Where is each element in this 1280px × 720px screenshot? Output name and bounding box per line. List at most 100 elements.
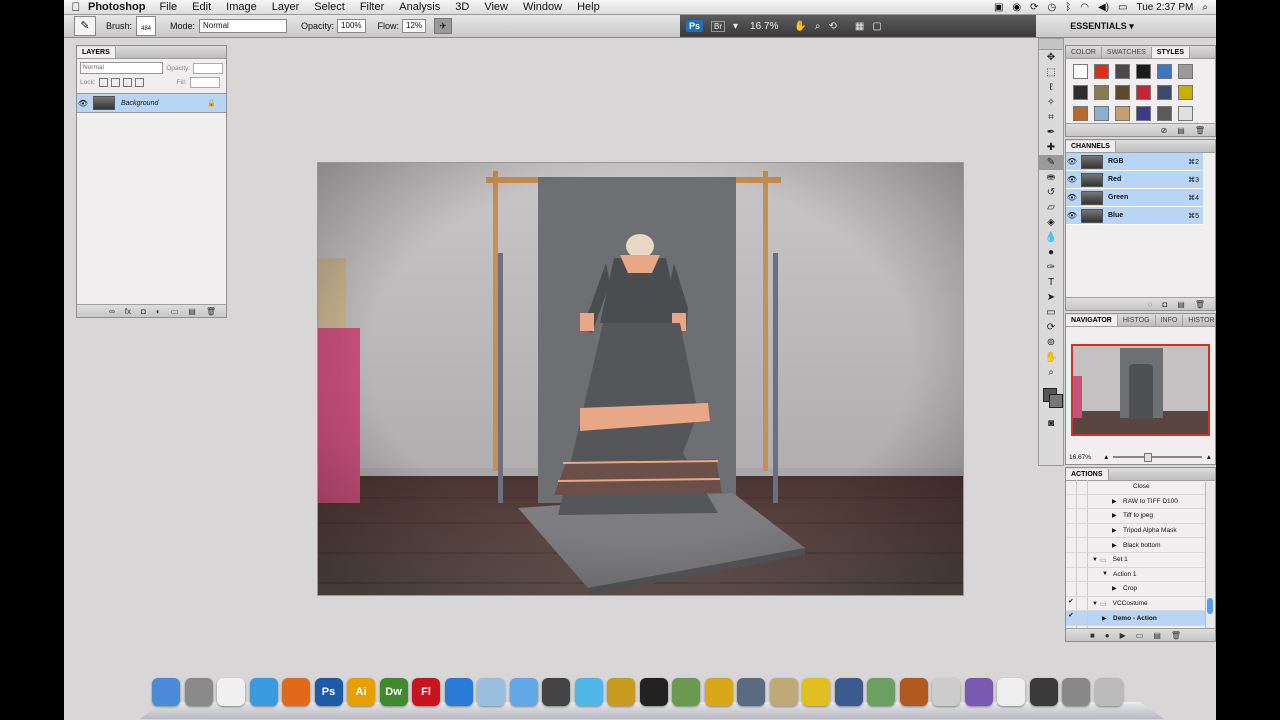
battery-icon[interactable]: ▭ [1118,2,1127,13]
brush-tool-icon-active[interactable]: ✎ [1039,155,1063,170]
dock-presentation-icon[interactable] [899,678,928,706]
dialog-toggle-checkbox[interactable] [1077,611,1088,625]
zoom-level[interactable]: 16.7% [750,21,778,32]
new-group-icon[interactable]: ▭ [171,307,179,316]
tab-histogram[interactable]: HISTOG [1118,315,1156,326]
dock-garageband-icon[interactable] [704,678,733,706]
dock-textedit-icon[interactable] [217,678,245,706]
menu-3d[interactable]: 3D [455,1,469,13]
brush-picker[interactable]: 484 [136,16,157,36]
layer-mask-icon[interactable]: ◘ [141,307,146,316]
dock-safari-icon[interactable] [249,678,278,706]
lock-pixels-icon[interactable] [110,78,120,87]
background-color-swatch[interactable] [1049,394,1063,408]
action-row[interactable]: ▶ Tiff to jpeg [1066,509,1205,524]
action-toggle-checkbox[interactable] [1066,494,1077,509]
actions-scroll-thumb[interactable] [1207,598,1213,614]
dock-time-app-icon[interactable] [932,678,960,706]
expanded-triangle-icon[interactable]: ▼ [1102,571,1110,577]
style-swatch[interactable] [1136,106,1151,121]
3d-rotate-tool-icon[interactable]: ⟳ [1039,320,1063,335]
tab-channels[interactable]: CHANNELS [1066,141,1116,152]
navigator-preview[interactable] [1071,344,1210,436]
dock-clapboard-icon[interactable] [639,678,668,706]
dialog-toggle-checkbox[interactable] [1077,552,1088,567]
dock-dreamweaver-icon[interactable]: Dw [379,678,408,706]
blend-mode-select[interactable]: Normal [80,62,164,74]
new-set-icon[interactable]: ▭ [1136,631,1144,640]
rotate-icon[interactable]: ⟲ [828,21,836,32]
dock-flash-icon[interactable]: Fl [412,678,440,706]
layer-row[interactable]: 👁 Background 🔒 [77,93,226,113]
channel-row[interactable]: 👁 Red ⌘3 [1066,171,1203,189]
action-toggle-checkbox[interactable] [1066,523,1077,538]
tab-color[interactable]: COLOR [1066,47,1102,58]
dialog-toggle-checkbox[interactable] [1077,538,1088,552]
menu-select[interactable]: Select [314,1,345,13]
delete-layer-icon[interactable]: 🗑 [206,307,216,316]
new-style-icon[interactable]: ▤ [1177,126,1185,135]
collapsed-triangle-icon[interactable]: ▶ [1112,498,1120,505]
dock-trash-icon[interactable] [1094,678,1123,706]
stop-playing-icon[interactable]: ■ [1090,631,1095,640]
dialog-toggle-checkbox[interactable] [1077,494,1088,509]
dock-graph-app-icon[interactable] [867,678,895,706]
channel-row[interactable]: 👁 Green ⌘4 [1066,189,1203,207]
dock-ical-icon[interactable] [444,678,473,706]
dock-photoshop-icon[interactable]: Ps [314,678,343,706]
dock-finder-icon[interactable] [152,678,180,706]
menu-analysis[interactable]: Analysis [399,1,440,13]
channel-visibility-eye-icon[interactable]: 👁 [1066,175,1078,184]
lock-all-icon[interactable] [134,78,144,87]
action-row[interactable]: Close [1066,480,1205,495]
mode-select[interactable]: Normal [199,19,288,33]
menu-filter[interactable]: Filter [360,1,384,13]
lasso-tool-icon[interactable]: ℓ [1039,80,1063,95]
dock-utility-icon[interactable] [802,678,830,706]
style-swatch[interactable] [1178,85,1193,100]
clock-icon[interactable]: ◷ [1048,2,1057,13]
action-row[interactable]: ▶ Crop [1066,582,1205,597]
action-toggle-checkbox[interactable] [1066,480,1077,494]
workspace-switcher[interactable]: ESSENTIALS ▾ [1038,15,1166,37]
load-selection-icon[interactable]: ◌ [1148,300,1153,309]
brush-tool-icon[interactable]: ✎ [74,16,96,36]
style-swatch[interactable] [1178,106,1193,121]
collapsed-triangle-icon[interactable]: ▶ [1112,585,1120,592]
document-canvas[interactable] [318,163,963,595]
style-swatch[interactable] [1178,64,1193,79]
bluetooth-icon[interactable]: ᛒ [1065,2,1071,13]
hand-icon[interactable]: ✋ [794,21,806,32]
menu-image[interactable]: Image [226,1,257,13]
magic-wand-tool-icon[interactable]: ✧ [1039,95,1063,110]
marquee-tool-icon[interactable]: ⬚ [1039,65,1063,80]
apple-menu-icon[interactable]:  [64,0,88,14]
tab-actions[interactable]: ACTIONS [1066,469,1109,480]
collapsed-triangle-icon[interactable]: ▶ [1102,615,1110,622]
fill-field[interactable] [189,77,220,88]
delete-action-icon[interactable]: 🗑 [1171,631,1181,640]
zoom-tool-icon[interactable]: ⌕ [1039,365,1063,380]
lock-position-icon[interactable] [122,78,132,87]
action-set-row[interactable]: ✔ ▼ ▭ VCCostume [1066,596,1205,612]
dock-downloads-icon[interactable] [1062,678,1090,706]
menu-window[interactable]: Window [523,1,562,13]
tab-history[interactable]: HISTOR [1183,315,1216,326]
style-swatch[interactable] [1157,85,1172,100]
dialog-toggle-checkbox[interactable] [1077,567,1088,582]
ps-badge[interactable]: Ps [686,20,704,32]
channel-row[interactable]: 👁 RGB ⌘2 [1066,153,1203,171]
dock-mail-icon[interactable] [509,678,538,706]
style-swatch[interactable] [1073,106,1088,121]
tab-styles[interactable]: STYLES [1151,47,1191,58]
arrange-icon[interactable]: ▦ [855,21,864,32]
style-swatch[interactable] [1136,85,1151,100]
menu-app-name[interactable]: Photoshop [88,1,145,13]
style-swatch[interactable] [1073,85,1088,100]
status-icon[interactable]: ◉ [1012,2,1021,13]
zoom-in-icon[interactable]: ▲ [1206,454,1212,461]
volume-icon[interactable]: ◀) [1098,2,1109,13]
menu-layer[interactable]: Layer [272,1,300,13]
dialog-toggle-checkbox[interactable] [1077,480,1088,494]
tab-layers[interactable]: LAYERS [77,47,116,58]
